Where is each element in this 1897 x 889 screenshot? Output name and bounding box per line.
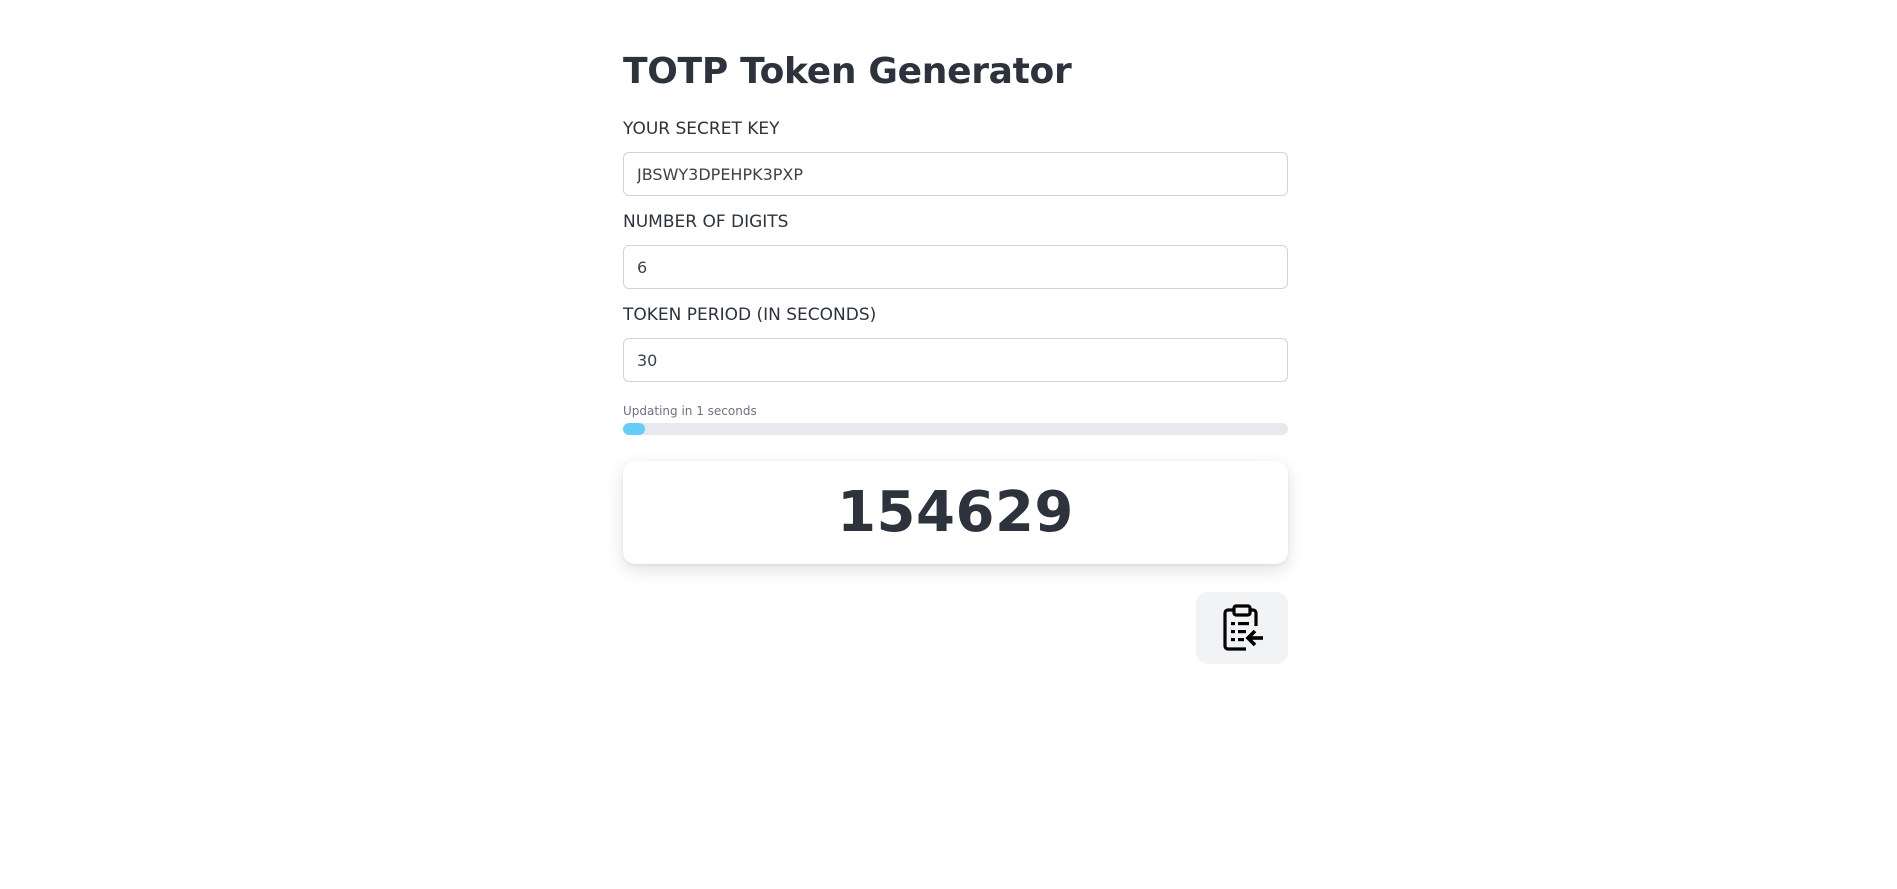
actions-row bbox=[623, 592, 1288, 664]
period-input[interactable] bbox=[623, 338, 1288, 382]
digits-input[interactable] bbox=[623, 245, 1288, 289]
digits-label: NUMBER OF DIGITS bbox=[623, 212, 789, 232]
secret-key-label: YOUR SECRET KEY bbox=[623, 119, 780, 139]
copy-token-button[interactable] bbox=[1196, 592, 1288, 664]
page-title: TOTP Token Generator bbox=[623, 51, 1072, 92]
token-card: 154629 bbox=[623, 461, 1288, 564]
countdown-progress-bar bbox=[623, 423, 1288, 435]
period-label: TOKEN PERIOD (IN SECONDS) bbox=[623, 305, 877, 325]
clipboard-copy-icon bbox=[1220, 604, 1264, 652]
countdown-text: Updating in 1 seconds bbox=[623, 404, 757, 418]
token-value: 154629 bbox=[837, 479, 1074, 545]
secret-key-input[interactable] bbox=[623, 152, 1288, 196]
countdown-progress-fill bbox=[623, 423, 645, 435]
totp-container: TOTP Token Generator YOUR SECRET KEY NUM… bbox=[623, 0, 1288, 664]
